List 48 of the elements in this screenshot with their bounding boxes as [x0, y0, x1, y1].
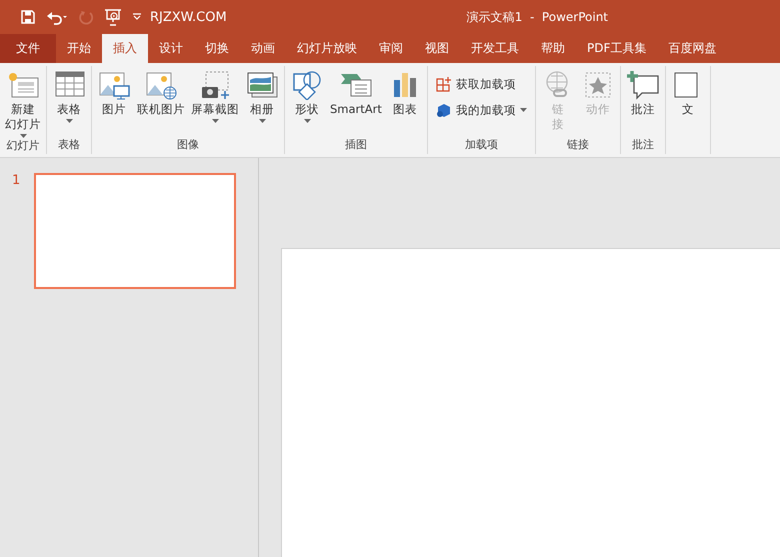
- ribbon-tab[interactable]: 开发工具: [460, 34, 530, 63]
- ribbon-button[interactable]: 批注: [622, 70, 663, 137]
- customize-caret-icon[interactable]: [132, 13, 142, 21]
- group-label: 插图: [344, 137, 367, 152]
- picture-icon: [97, 70, 131, 100]
- slideshow-icon[interactable]: [104, 8, 122, 26]
- ribbon-button[interactable]: 表格: [49, 70, 89, 137]
- store-icon: [436, 76, 452, 92]
- ribbon-button[interactable]: 相册: [242, 70, 282, 137]
- ribbon-button[interactable]: 我的加载项: [434, 102, 529, 118]
- photo-album-icon: [245, 70, 279, 100]
- ribbon-button[interactable]: 获取加载项: [434, 76, 529, 92]
- comment-icon: [626, 70, 660, 100]
- site-label: RJZXW.COM: [150, 10, 227, 24]
- group-label: 链接: [566, 137, 589, 152]
- ribbon-tab[interactable]: 设计: [148, 34, 194, 63]
- save-icon[interactable]: [20, 9, 36, 25]
- group-label: 加载项: [464, 137, 498, 152]
- slide-number: 1: [12, 173, 20, 190]
- ribbon-tab[interactable]: 插入: [102, 34, 148, 63]
- ribbon-button[interactable]: 图表: [384, 70, 425, 137]
- ribbon-tab[interactable]: 幻灯片放映: [286, 34, 368, 63]
- new-slide-icon: [6, 70, 40, 100]
- ribbon-tab[interactable]: 动画: [240, 34, 286, 63]
- ribbon-button[interactable]: 新建 幻灯片: [2, 70, 44, 138]
- online-picture-icon: [144, 70, 178, 100]
- ribbon-button[interactable]: SmartArt: [327, 70, 385, 137]
- ribbon-tab[interactable]: PDF工具集: [576, 34, 658, 63]
- ribbon-button[interactable]: 形状: [287, 70, 327, 137]
- ribbon-button[interactable]: 联机图片: [134, 70, 188, 137]
- ribbon-tab[interactable]: 百度网盘: [657, 34, 728, 63]
- window-title: 演示文稿1 - PowerPoint: [466, 8, 608, 26]
- ribbon-button[interactable]: 图片: [94, 70, 134, 137]
- ribbon-tab[interactable]: 切换: [194, 34, 240, 63]
- ribbon-tab[interactable]: 帮助: [530, 34, 576, 63]
- group-label: 批注: [632, 137, 654, 152]
- ribbon-tab[interactable]: 审阅: [368, 34, 414, 63]
- undo-icon[interactable]: [46, 9, 68, 25]
- group-label: 表格: [58, 137, 80, 152]
- file-tab[interactable]: 文件: [0, 34, 56, 63]
- group-label: 幻灯片: [6, 138, 40, 153]
- slide-thumbnail[interactable]: [34, 173, 236, 289]
- ribbon-button[interactable]: 屏幕截图: [188, 70, 242, 137]
- addin-icon: [436, 102, 452, 118]
- ribbon-tab[interactable]: 开始: [56, 34, 102, 63]
- group-label: 图像: [177, 137, 199, 152]
- ribbon-button[interactable]: 文: [668, 70, 708, 152]
- ribbon-tab[interactable]: 视图: [414, 34, 460, 63]
